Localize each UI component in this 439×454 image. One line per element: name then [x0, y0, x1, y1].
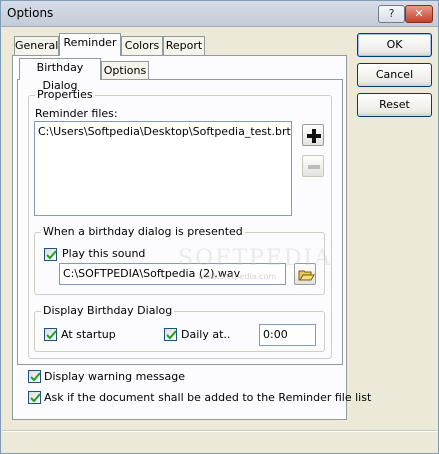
display-warning-label: Display warning message — [44, 370, 186, 383]
title-bar[interactable]: Options ? ✕ — [1, 1, 438, 27]
display-group-legend: Display Birthday Dialog — [41, 304, 175, 318]
help-button[interactable]: ? — [378, 5, 405, 23]
tab-options[interactable]: Options — [101, 61, 149, 80]
checkmark-icon — [166, 330, 177, 340]
play-sound-label: Play this sound — [62, 247, 146, 260]
tab-reminder[interactable]: Reminder — [59, 33, 121, 56]
checkmark-icon — [30, 393, 41, 403]
checkmark-icon — [46, 330, 57, 340]
checkmark-icon — [30, 372, 41, 382]
ok-button[interactable]: OK — [357, 33, 432, 57]
display-warning-checkbox[interactable] — [28, 370, 41, 383]
close-button[interactable]: ✕ — [405, 5, 433, 23]
reminder-files-list[interactable]: C:\Users\Softpedia\Desktop\Softpedia_tes… — [34, 121, 292, 216]
list-item[interactable]: C:\Users\Softpedia\Desktop\Softpedia_tes… — [38, 125, 291, 139]
daily-time-field[interactable]: 0:00 — [259, 324, 316, 346]
minus-icon — [308, 165, 320, 169]
checkmark-icon — [46, 250, 57, 260]
reset-button[interactable]: Reset — [357, 93, 432, 117]
at-startup-checkbox[interactable] — [44, 328, 57, 341]
play-sound-checkbox[interactable] — [44, 248, 57, 261]
add-file-button[interactable] — [302, 124, 324, 146]
reminder-files-label: Reminder files: — [35, 107, 118, 120]
status-divider — [2, 430, 437, 432]
at-startup-label: At startup — [61, 328, 116, 341]
ask-add-document-checkbox[interactable] — [28, 391, 41, 404]
plus-icon — [307, 129, 321, 143]
watermark-url: www.softpedia.com — [198, 272, 277, 281]
tab-colors[interactable]: Colors — [121, 36, 163, 56]
daily-checkbox[interactable] — [164, 328, 177, 341]
daily-label: Daily at.. — [181, 328, 231, 341]
tab-general[interactable]: General — [14, 36, 59, 56]
watermark: SOFTPEDIA — [178, 246, 333, 271]
options-dialog: Options ? ✕ General Reminder Colors Repo… — [0, 0, 439, 454]
remove-file-button[interactable] — [302, 155, 324, 177]
window-title: Options — [7, 6, 54, 20]
cancel-button[interactable]: Cancel — [357, 63, 432, 87]
sound-group-legend: When a birthday dialog is presented — [41, 225, 245, 239]
tab-report[interactable]: Report — [163, 36, 205, 56]
ask-add-document-label: Ask if the document shall be added to th… — [44, 391, 372, 404]
tab-birthday-dialog[interactable]: Birthday Dialog — [19, 58, 101, 92]
dialog-client-area: General Reminder Colors Report Birthday … — [2, 28, 437, 453]
